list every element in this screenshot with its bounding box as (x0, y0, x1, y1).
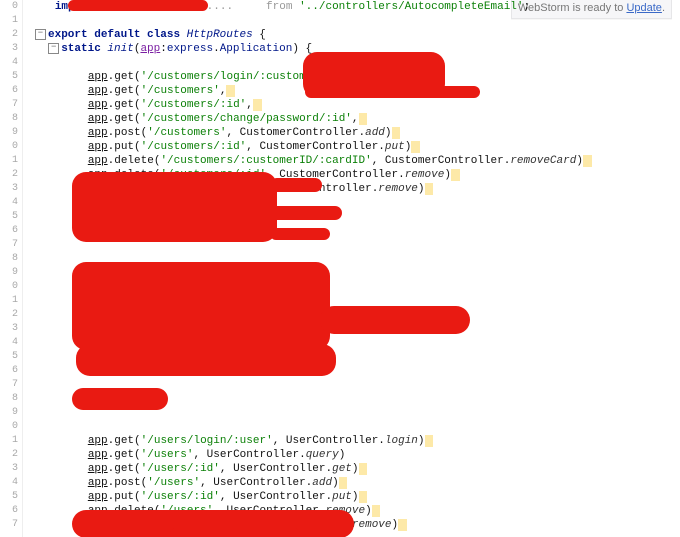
code-line: app.delete('/customers/:customerID/:card… (35, 154, 592, 168)
line-number: 0 (0, 420, 18, 434)
line-number: 2 (0, 448, 18, 462)
redaction (270, 206, 342, 220)
line-number: 4 (0, 336, 18, 350)
code-line: app.post('/customers', CustomerControlle… (35, 126, 592, 140)
redaction (270, 178, 322, 192)
line-number: 2 (0, 28, 18, 42)
line-number: 4 (0, 476, 18, 490)
line-number: 2 (0, 308, 18, 322)
line-number: 3 (0, 42, 18, 56)
code-line: app.post('/users', UserController.add) (35, 476, 592, 490)
line-number: 9 (0, 406, 18, 420)
line-number: 7 (0, 518, 18, 532)
code-line: app.put('/customers/:id', CustomerContro… (35, 140, 592, 154)
line-number: 1 (0, 434, 18, 448)
line-number: 8 (0, 112, 18, 126)
line-number: 8 (0, 252, 18, 266)
redaction (305, 86, 480, 98)
line-number: 8 (0, 392, 18, 406)
line-number: 0 (0, 280, 18, 294)
fold-icon[interactable]: − (48, 43, 59, 54)
line-number: 6 (0, 84, 18, 98)
code-line (35, 420, 592, 434)
line-number: 0 (0, 0, 18, 14)
line-number: 5 (0, 210, 18, 224)
line-number: 4 (0, 56, 18, 70)
line-number: 1 (0, 14, 18, 28)
code-line: app.put('/users/:id', UserController.put… (35, 490, 592, 504)
code-line: app.get('/users/login/:user', UserContro… (35, 434, 592, 448)
redaction (72, 262, 330, 350)
fold-icon[interactable]: − (35, 29, 46, 40)
redaction (270, 228, 330, 240)
redaction (320, 306, 470, 334)
line-number: 1 (0, 154, 18, 168)
redaction (76, 344, 336, 376)
line-number: 7 (0, 378, 18, 392)
line-number: 9 (0, 266, 18, 280)
line-number: 6 (0, 224, 18, 238)
line-number: 7 (0, 98, 18, 112)
line-number: 3 (0, 182, 18, 196)
code-line: −export default class HttpRoutes { (35, 28, 592, 42)
code-line: app.get('/customers/change/password/:id'… (35, 112, 592, 126)
code-line (35, 14, 592, 28)
code-line: app.get('/users/:id', UserController.get… (35, 462, 592, 476)
line-number: 5 (0, 350, 18, 364)
redaction (68, 0, 208, 11)
line-number: 9 (0, 126, 18, 140)
line-number: 4 (0, 196, 18, 210)
redaction (72, 388, 168, 410)
line-number: 6 (0, 504, 18, 518)
code-line: app.get('/customers/:id', (35, 98, 592, 112)
line-number: 5 (0, 70, 18, 84)
redaction (72, 172, 277, 242)
line-number: 2 (0, 168, 18, 182)
line-number-gutter: 01234567890123456789012345678901234567 (0, 0, 23, 537)
redaction (170, 528, 300, 537)
line-number: 5 (0, 490, 18, 504)
line-number: 7 (0, 238, 18, 252)
line-number: 0 (0, 140, 18, 154)
line-number: 6 (0, 364, 18, 378)
code-line: app.get('/users', UserController.query) (35, 448, 592, 462)
line-number: 1 (0, 294, 18, 308)
line-number: 3 (0, 462, 18, 476)
line-number: 3 (0, 322, 18, 336)
